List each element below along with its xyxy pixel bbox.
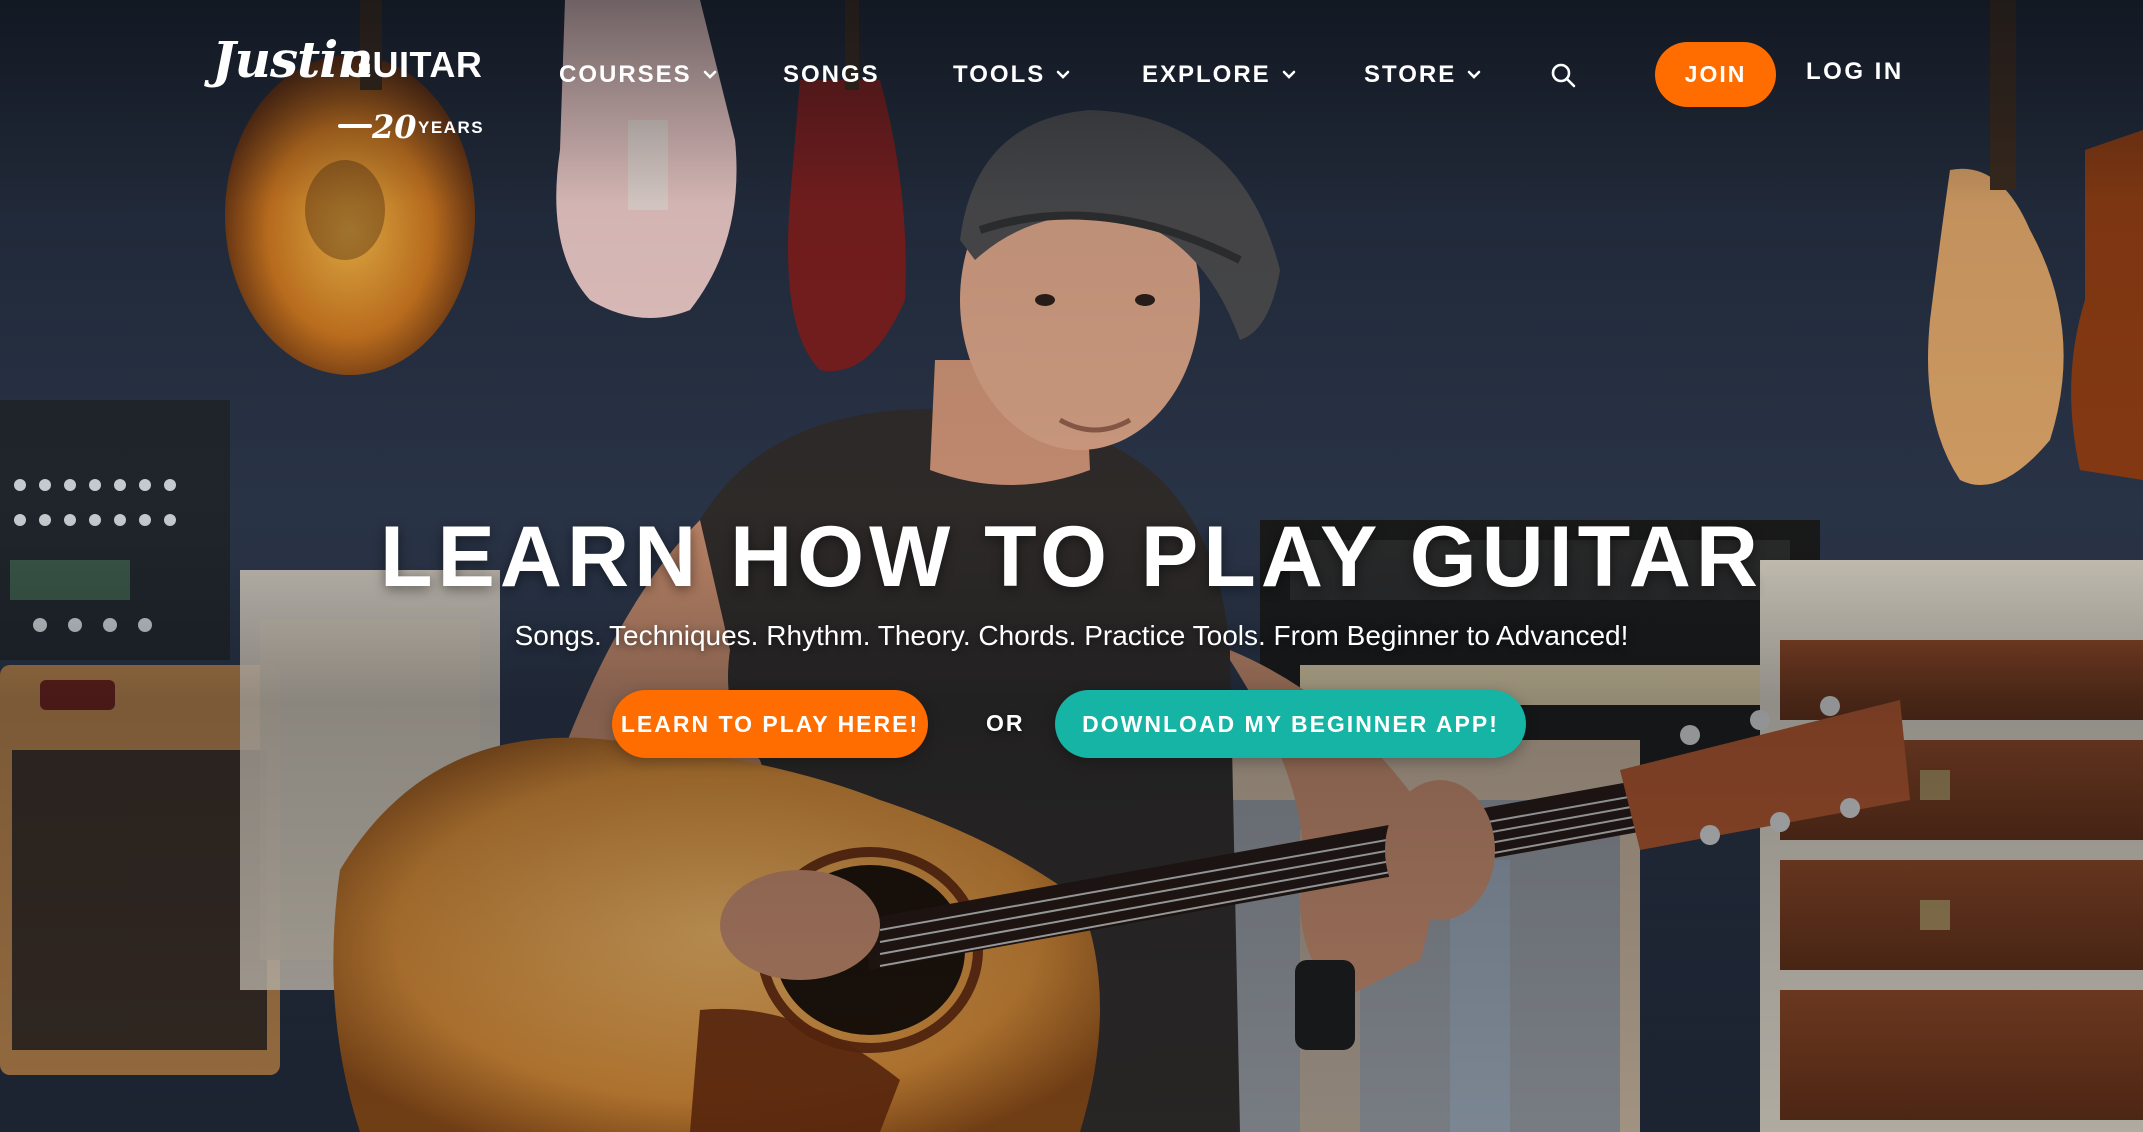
nav-item-store[interactable]: STORE: [1364, 58, 1482, 92]
hero-section: Justin GUITAR 20 YEARS COURSES SONGS TOO…: [0, 0, 2143, 1132]
logo-anniversary-label: YEARS: [418, 118, 485, 137]
chevron-down-icon: [703, 70, 716, 79]
nav-item-label: COURSES: [559, 61, 692, 88]
logo-brand-text: GUITAR: [344, 44, 483, 85]
chevron-down-icon: [1467, 70, 1481, 79]
cta-row: LEARN TO PLAY HERE! OR DOWNLOAD MY BEGIN…: [0, 690, 2143, 758]
hero-headline: LEARN HOW TO PLAY GUITAR: [380, 509, 1763, 605]
join-button[interactable]: JOIN: [1655, 42, 1776, 107]
logo-anniversary-number: 20: [372, 108, 417, 146]
nav-item-label: SONGS: [783, 61, 880, 88]
chevron-down-icon: [1282, 70, 1296, 79]
nav-item-label: TOOLS: [953, 61, 1046, 88]
download-app-button[interactable]: DOWNLOAD MY BEGINNER APP!: [1055, 690, 1526, 758]
hero-subhead: Songs. Techniques. Rhythm. Theory. Chord…: [514, 620, 1629, 651]
nav-item-label: EXPLORE: [1142, 61, 1271, 88]
learn-to-play-button[interactable]: LEARN TO PLAY HERE!: [612, 690, 928, 758]
nav-item-explore[interactable]: EXPLORE: [1142, 58, 1297, 92]
site-header: Justin GUITAR 20 YEARS COURSES SONGS TOO…: [0, 0, 2143, 150]
nav-item-songs[interactable]: SONGS: [783, 58, 880, 92]
cta-separator: OR: [986, 710, 1025, 736]
nav-item-label: STORE: [1364, 61, 1457, 88]
chevron-down-icon: [1056, 70, 1070, 79]
nav-item-courses[interactable]: COURSES: [559, 58, 718, 92]
nav-item-tools[interactable]: TOOLS: [953, 58, 1071, 92]
logo-dash: [338, 124, 372, 128]
site-logo[interactable]: Justin GUITAR 20 YEARS: [212, 30, 492, 146]
search-icon[interactable]: [1550, 62, 1576, 88]
login-link[interactable]: LOG IN: [1806, 58, 1904, 86]
